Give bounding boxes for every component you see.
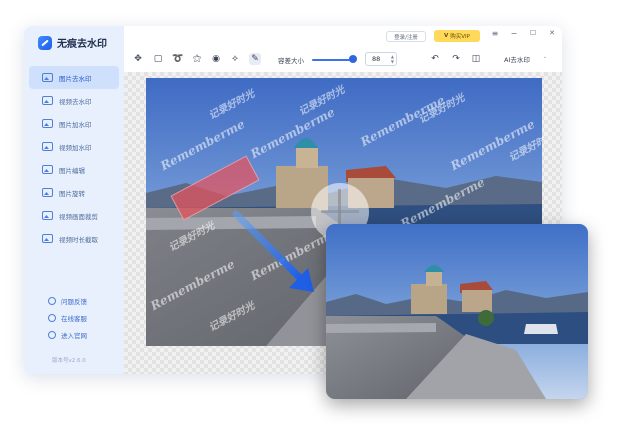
result-photo-image <box>326 224 588 399</box>
result-photo <box>326 224 588 399</box>
promo-stage: 无痕去水印 图片去水印 视频去水印 图片加水印 视频加水印 图片编辑 图片旋转 … <box>0 0 636 427</box>
